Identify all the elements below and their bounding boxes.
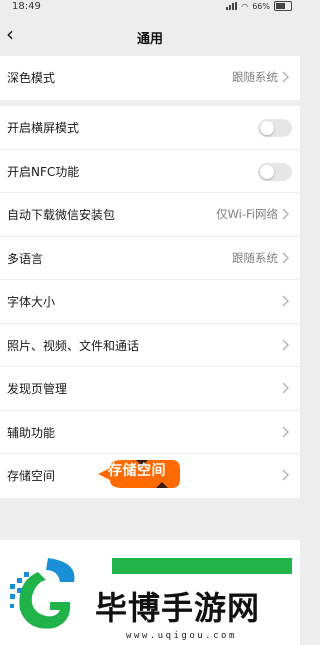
chevron-right-icon	[282, 71, 289, 83]
setting-label: 自动下载微信安装包	[7, 208, 116, 222]
setting-label: 辅助功能	[7, 425, 56, 440]
green-band	[112, 558, 292, 574]
setting-label: 存储空间	[7, 469, 56, 483]
status-time: 18:49	[12, 1, 41, 12]
landscape-toggle[interactable]	[258, 119, 292, 137]
brand-url: www.uqigou.com	[126, 631, 237, 641]
watermark-banner: 毕博手游网 www.uqigou.com	[0, 540, 300, 645]
toggle-knob	[260, 121, 274, 135]
status-bar: 18:49 ◠ 66%	[0, 0, 300, 16]
setting-label: 发现页管理	[7, 382, 68, 396]
chevron-right-icon	[282, 382, 289, 394]
settings-group-general: 开启横屏模式 开启NFC功能 自动下载微信安装包 仅Wi-Fi网络 多语言 跟随…	[0, 106, 300, 498]
setting-row-dark-mode[interactable]: 深色模式 跟随系统	[0, 56, 300, 100]
page-title: 通用	[136, 32, 163, 47]
setting-label: 开启NFC功能	[7, 164, 80, 179]
setting-row-font-size[interactable]: 字体大小	[0, 280, 300, 324]
setting-label: 照片、视频、文件和通话	[7, 338, 140, 353]
setting-label: 深色模式	[7, 71, 56, 85]
setting-label: 多语言	[7, 251, 44, 266]
setting-label: 开启横屏模式	[7, 121, 80, 135]
nfc-toggle[interactable]	[258, 162, 292, 181]
setting-row-language[interactable]: 多语言 跟随系统	[0, 237, 300, 280]
toggle-knob	[260, 164, 274, 179]
setting-row-media[interactable]: 照片、视频、文件和通话	[0, 324, 300, 367]
chevron-right-icon	[282, 469, 289, 481]
chevron-right-icon	[282, 339, 289, 350]
battery-icon	[274, 1, 292, 11]
wifi-icon: ◠	[241, 1, 249, 11]
brand-name: 毕博手游网	[95, 589, 261, 627]
setting-row-nfc[interactable]: 开启NFC功能	[0, 150, 300, 193]
nav-bar: ‹ 通用	[0, 16, 300, 56]
annotation-label: 存储空间	[108, 463, 166, 479]
status-icons: ◠ 66%	[226, 1, 292, 11]
setting-value: 跟随系统	[232, 250, 278, 265]
setting-value: 仅Wi-Fi网络	[216, 207, 278, 221]
setting-row-auto-download[interactable]: 自动下载微信安装包 仅Wi-Fi网络	[0, 193, 300, 237]
setting-label: 字体大小	[7, 295, 56, 309]
setting-row-discover[interactable]: 发现页管理	[0, 367, 300, 411]
chevron-right-icon	[282, 295, 289, 307]
chevron-right-icon	[282, 252, 289, 263]
setting-row-landscape[interactable]: 开启横屏模式	[0, 106, 300, 150]
signal-icon	[226, 2, 238, 10]
settings-group-display: 深色模式 跟随系统	[0, 56, 300, 100]
setting-row-accessibility[interactable]: 辅助功能	[0, 411, 300, 454]
chevron-right-icon	[282, 426, 289, 437]
battery-percent: 66%	[252, 1, 270, 11]
chevron-right-icon	[282, 208, 289, 220]
setting-value: 跟随系统	[232, 70, 278, 84]
brand-logo-icon	[10, 558, 75, 629]
